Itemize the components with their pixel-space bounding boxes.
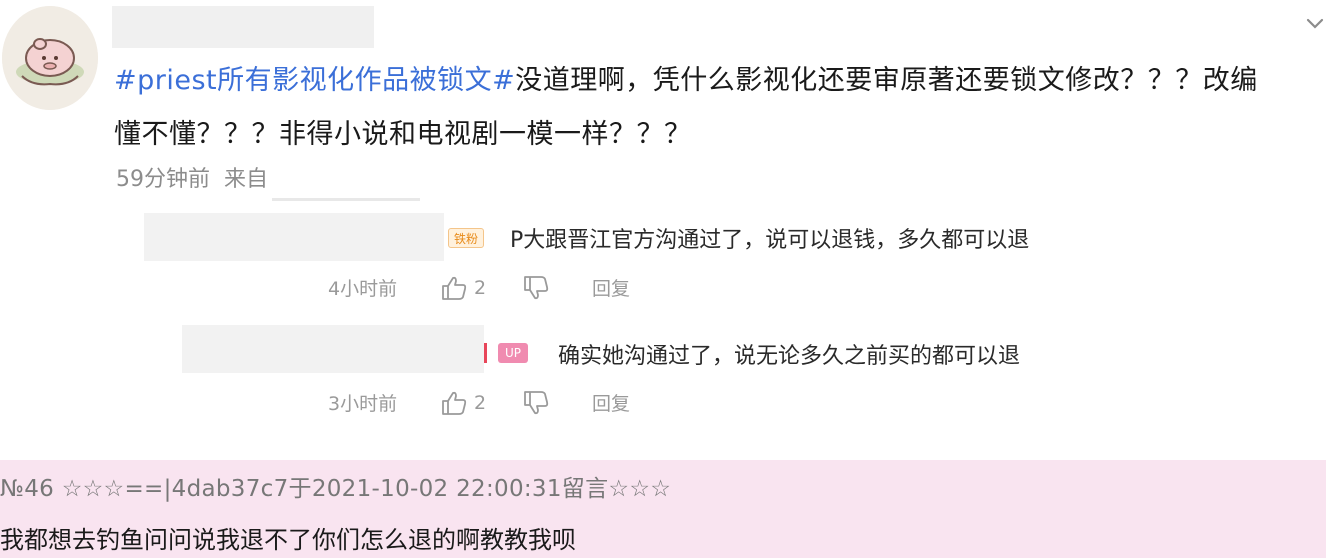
reply-actions: 4小时前 2 回复 bbox=[328, 274, 630, 301]
post-time: 59分钟前 bbox=[116, 167, 210, 192]
avatar[interactable] bbox=[2, 6, 98, 110]
fan-badge: 铁粉 bbox=[448, 228, 484, 248]
up-badge: UP bbox=[498, 343, 528, 363]
reply-username-blurred[interactable] bbox=[182, 325, 484, 373]
dislike-button[interactable] bbox=[522, 390, 592, 416]
thumbs-down-icon bbox=[524, 275, 549, 299]
guestbook-header: №46 ☆☆☆==|4dab37c7于2021-10-02 22:00:31留言… bbox=[0, 476, 672, 502]
dislike-button[interactable] bbox=[522, 275, 592, 301]
username-blurred[interactable] bbox=[112, 6, 374, 48]
post-meta: 59分钟前 来自 bbox=[116, 161, 268, 193]
like-count: 2 bbox=[474, 391, 487, 414]
guestbook-message: 我都想去钓鱼问问说我退不了你们怎么退的啊教教我呗 bbox=[0, 526, 576, 554]
reply-text: P大跟晋江官方沟通过了，说可以退钱，多久都可以退 bbox=[510, 228, 1030, 253]
thumbs-up-icon bbox=[442, 391, 467, 415]
thumbs-up-icon bbox=[442, 276, 467, 300]
like-button[interactable]: 2 bbox=[440, 390, 522, 416]
reply-button[interactable]: 回复 bbox=[592, 389, 630, 416]
chevron-down-icon[interactable] bbox=[1305, 12, 1325, 36]
divider bbox=[484, 343, 487, 363]
post-text-line2: 懂不懂？？？非得小说和电视剧一模一样？？？ bbox=[114, 119, 692, 150]
thumbs-down-icon bbox=[524, 390, 549, 414]
like-count: 2 bbox=[474, 276, 487, 299]
reply-time: 4小时前 bbox=[328, 278, 398, 300]
reply-username-blurred[interactable] bbox=[144, 213, 444, 261]
post-source: 来自 bbox=[224, 167, 269, 192]
hashtag-link[interactable]: #priest所有影视化作品被锁文# bbox=[114, 65, 515, 96]
reply-actions: 3小时前 2 回复 bbox=[328, 389, 630, 416]
post-text-line1: 没道理啊，凭什么影视化还要审原著还要锁文修改？？？改编 bbox=[515, 65, 1258, 96]
divider bbox=[272, 198, 420, 201]
like-button[interactable]: 2 bbox=[440, 275, 522, 301]
reply-time: 3小时前 bbox=[328, 393, 398, 415]
reply-text: 确实她沟通过了，说无论多久之前买的都可以退 bbox=[558, 344, 1021, 369]
reply-button[interactable]: 回复 bbox=[592, 274, 630, 301]
post-text: #priest所有影视化作品被锁文#没道理啊，凭什么影视化还要审原著还要锁文修改… bbox=[114, 54, 1304, 162]
